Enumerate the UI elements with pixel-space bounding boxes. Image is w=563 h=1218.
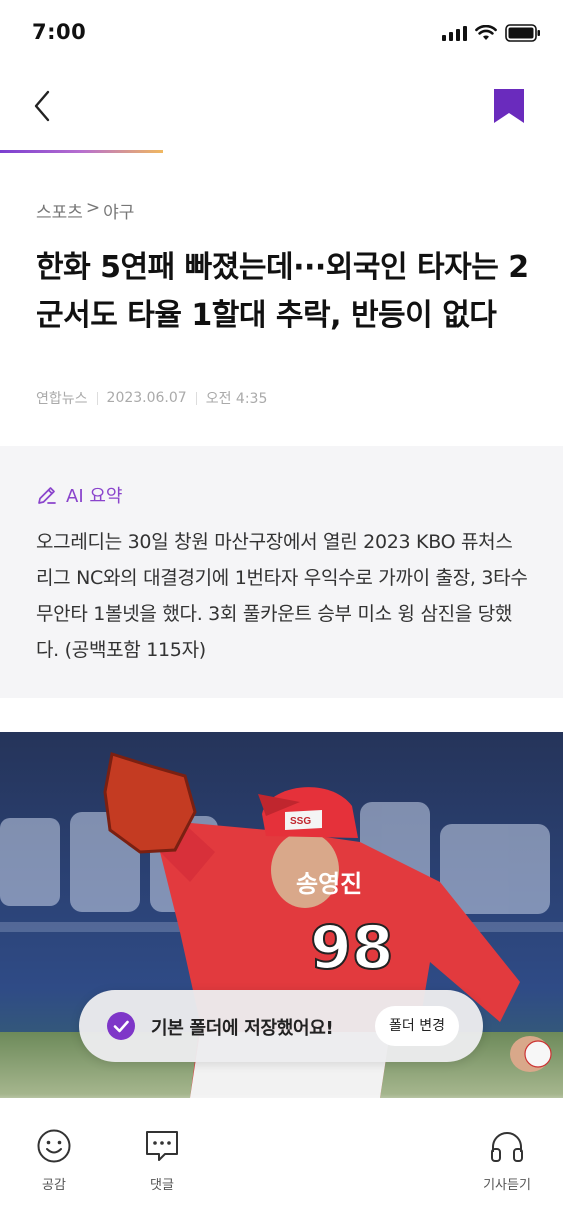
pencil-icon	[38, 487, 56, 504]
cap-logo: SSG	[290, 816, 311, 827]
bookmark-filled-icon	[494, 89, 524, 123]
ai-summary-text: 오그레디는 30일 창원 마산구장에서 열린 2023 KBO 퓨처스리그 NC…	[36, 531, 528, 661]
listen-label: 기사듣기	[483, 1178, 531, 1193]
article-title: 한화 5연패 빠졌는데···외국인 타자는 2군서도 타율 1할대 추락, 반등…	[36, 250, 529, 333]
breadcrumb-subsection[interactable]: 야구	[103, 198, 134, 223]
comment-icon	[146, 1131, 178, 1161]
status-icons	[442, 24, 541, 42]
headphones-icon	[491, 1132, 523, 1162]
status-bar: 7:00	[0, 0, 563, 66]
save-toast: 기본 폴더에 저장했어요! 폴더 변경	[79, 990, 483, 1062]
wifi-icon	[475, 25, 497, 40]
breadcrumb-section[interactable]: 스포츠	[36, 198, 83, 223]
smile-icon	[37, 1129, 71, 1163]
reading-progress-fill	[0, 150, 164, 153]
meta-divider	[195, 391, 197, 405]
article-meta: 연합뉴스 2023.06.07 오전 4:35	[36, 388, 267, 408]
cellular-signal-icon	[442, 25, 467, 41]
listen-article-button[interactable]: 기사듣기	[472, 1128, 542, 1193]
bottom-action-bar: 공감 댓글 기사듣기	[0, 1110, 563, 1218]
comment-button[interactable]: 댓글	[127, 1128, 197, 1193]
bookmark-button[interactable]	[489, 86, 529, 126]
battery-icon	[505, 24, 540, 42]
like-label: 공감	[42, 1178, 66, 1193]
like-button[interactable]: 공감	[19, 1128, 89, 1193]
check-circle-icon	[107, 1012, 135, 1040]
comment-label: 댓글	[150, 1178, 174, 1193]
article-time: 오전 4:35	[205, 391, 268, 407]
jersey-number: 98	[310, 913, 394, 983]
article-source: 연합뉴스	[36, 391, 88, 407]
article-date: 2023.06.07	[106, 390, 187, 406]
ai-summary-label: AI 요약	[36, 482, 122, 508]
reading-progress-bar	[0, 150, 563, 153]
breadcrumb: 스포츠 > 야구	[36, 198, 134, 223]
change-folder-button[interactable]: 폴더 변경	[375, 1006, 459, 1046]
back-button[interactable]	[26, 86, 62, 126]
breadcrumb-separator: >	[85, 198, 101, 218]
chevron-left-icon	[34, 90, 50, 122]
status-time: 7:00	[32, 20, 87, 44]
jersey-name: 송영진	[296, 870, 362, 898]
ai-summary-box: AI 요약 오그레디는 30일 창원 마산구장에서 열린 2023 KBO 퓨처…	[0, 446, 563, 698]
ai-summary-label-text: AI 요약	[66, 486, 123, 507]
meta-divider	[96, 391, 98, 405]
toast-message: 기본 폴더에 저장했어요!	[151, 1018, 334, 1039]
article-header-bar	[0, 66, 563, 152]
